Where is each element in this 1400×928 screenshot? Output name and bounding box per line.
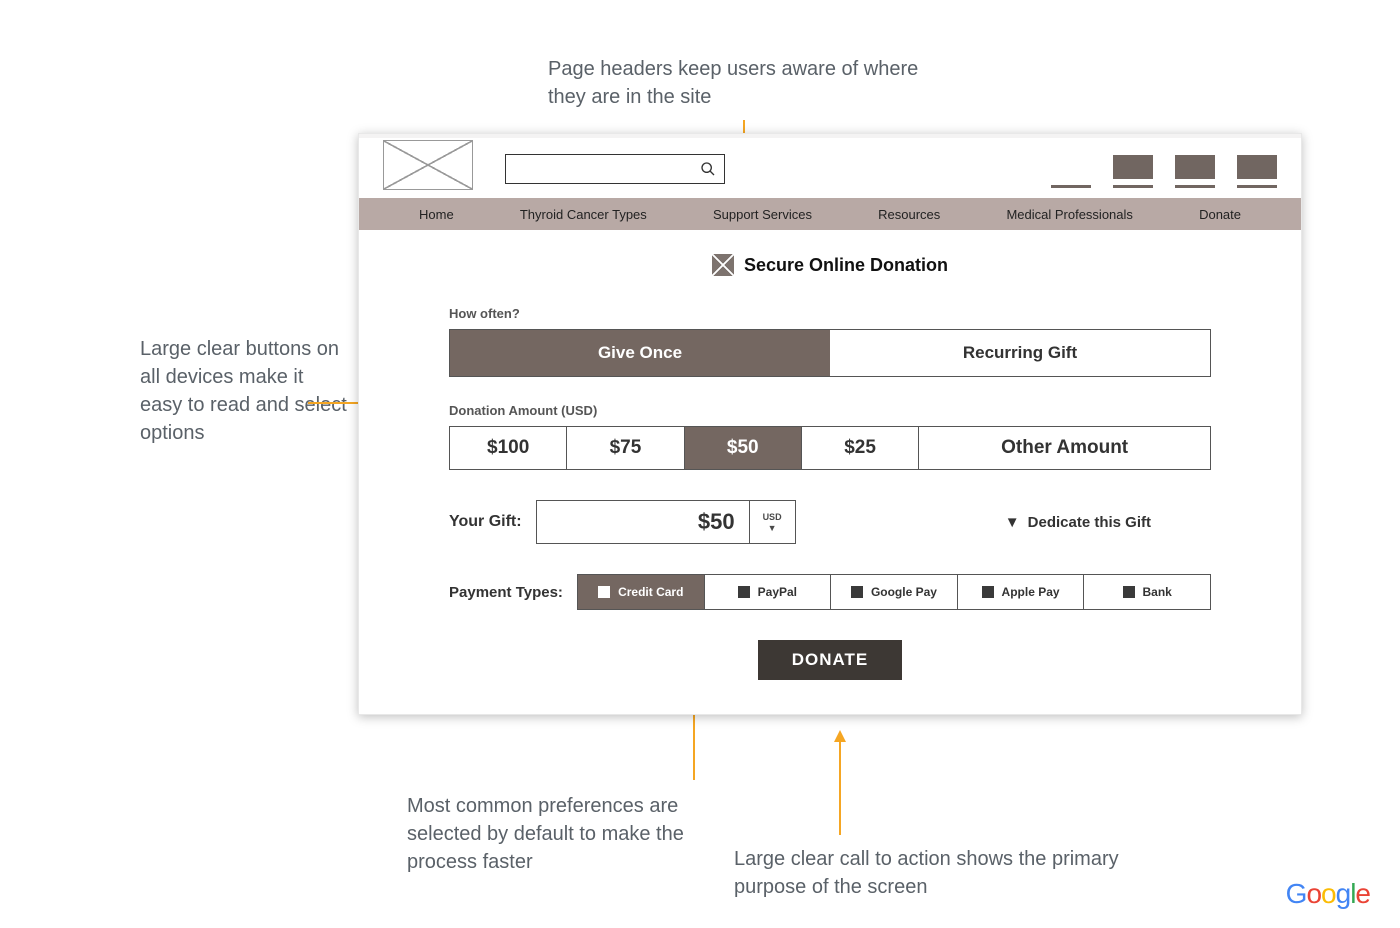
page-header: Secure Online Donation — [449, 254, 1211, 276]
top-bar — [359, 134, 1301, 198]
payment-google-pay[interactable]: Google Pay — [831, 575, 958, 609]
payment-apple-pay[interactable]: Apple Pay — [958, 575, 1085, 609]
chevron-down-icon: ▼ — [768, 523, 777, 533]
logo-placeholder — [383, 140, 473, 190]
dedicate-label: Dedicate this Gift — [1028, 514, 1151, 531]
nav-thyroid-cancer-types[interactable]: Thyroid Cancer Types — [520, 207, 647, 222]
amount-other[interactable]: Other Amount — [919, 427, 1210, 469]
amount-selector: $100 $75 $50 $25 Other Amount — [449, 426, 1211, 470]
amount-75[interactable]: $75 — [567, 427, 684, 469]
secure-icon — [712, 254, 734, 276]
page-title-text: Secure Online Donation — [744, 255, 948, 276]
nav-medical-professionals[interactable]: Medical Professionals — [1006, 207, 1132, 222]
search-input[interactable] — [505, 154, 725, 184]
google-logo: Google — [1286, 878, 1370, 910]
how-often-label: How often? — [449, 306, 1211, 321]
donate-button[interactable]: DONATE — [758, 640, 903, 680]
payment-bank[interactable]: Bank — [1084, 575, 1210, 609]
cta-row: DONATE — [449, 640, 1211, 680]
amount-100[interactable]: $100 — [450, 427, 567, 469]
gift-value: $50 — [537, 501, 749, 543]
payment-paypal[interactable]: PayPal — [705, 575, 832, 609]
option-give-once[interactable]: Give Once — [450, 330, 830, 376]
dedicate-gift-toggle[interactable]: ▼ Dedicate this Gift — [1005, 514, 1151, 531]
applepay-icon — [982, 586, 994, 598]
donation-amount-label: Donation Amount (USD) — [449, 403, 1211, 418]
currency-code: USD — [763, 512, 782, 522]
payment-types-label: Payment Types: — [449, 584, 563, 601]
annotation-bottom-left: Most common preferences are selected by … — [407, 792, 737, 876]
paypal-icon — [738, 586, 750, 598]
search-icon — [700, 161, 716, 177]
your-gift-row: Your Gift: $50 USD ▼ ▼ Dedicate this Gif… — [449, 500, 1211, 544]
arrow-bottom-right — [830, 730, 850, 835]
payment-row: Payment Types: Credit Card PayPal Google… — [449, 574, 1211, 610]
frequency-toggle: Give Once Recurring Gift — [449, 329, 1211, 377]
gift-input[interactable]: $50 USD ▼ — [536, 500, 796, 544]
amount-25[interactable]: $25 — [802, 427, 919, 469]
annotation-bottom-right: Large clear call to action shows the pri… — [734, 845, 1134, 901]
main-nav: Home Thyroid Cancer Types Support Servic… — [359, 198, 1301, 230]
googlepay-icon — [851, 586, 863, 598]
nav-support-services[interactable]: Support Services — [713, 207, 812, 222]
nav-donate[interactable]: Donate — [1199, 207, 1241, 222]
wireframe-canvas: Home Thyroid Cancer Types Support Servic… — [358, 133, 1302, 715]
bank-icon — [1123, 586, 1135, 598]
annotation-top: Page headers keep users aware of where t… — [548, 55, 928, 111]
page-content: Secure Online Donation How often? Give O… — [359, 230, 1301, 714]
payment-credit-card[interactable]: Credit Card — [578, 575, 705, 609]
chevron-down-icon: ▼ — [1005, 514, 1020, 531]
card-icon — [598, 586, 610, 598]
option-recurring-gift[interactable]: Recurring Gift — [830, 330, 1210, 376]
currency-dropdown[interactable]: USD ▼ — [749, 501, 795, 543]
nav-resources[interactable]: Resources — [878, 207, 940, 222]
amount-50[interactable]: $50 — [685, 427, 802, 469]
header-icons — [1051, 155, 1277, 190]
payment-options: Credit Card PayPal Google Pay Apple Pay … — [577, 574, 1211, 610]
nav-home[interactable]: Home — [419, 207, 454, 222]
your-gift-label: Your Gift: — [449, 513, 522, 531]
annotation-left: Large clear buttons on all devices make … — [140, 335, 350, 447]
